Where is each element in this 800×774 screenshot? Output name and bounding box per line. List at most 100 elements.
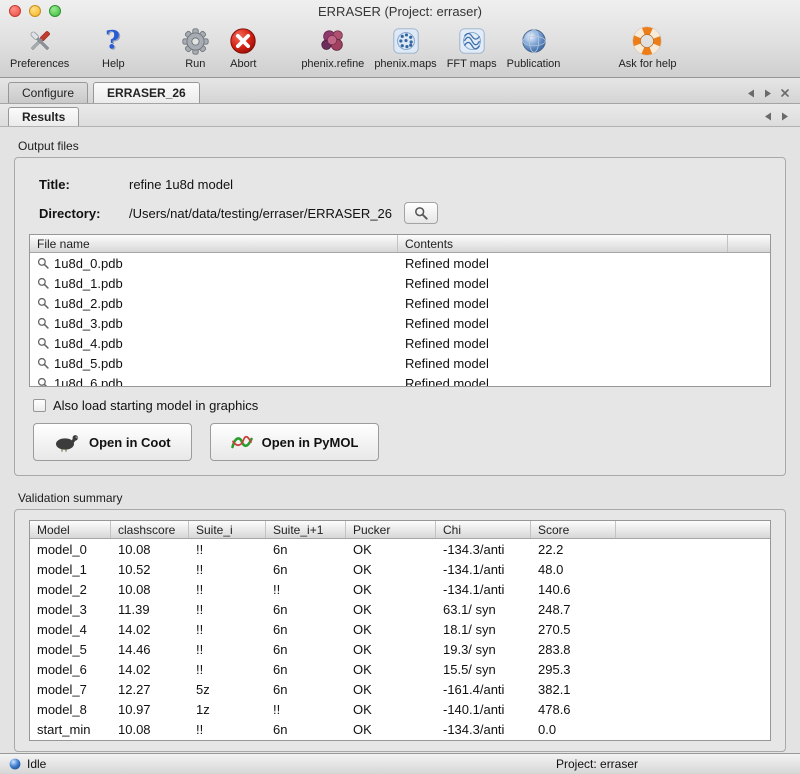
pucker-cell: OK [346, 542, 436, 557]
model-cell: model_0 [30, 542, 111, 557]
validation-row[interactable]: model_4 14.02 !! 6n OK 18.1/ syn 270.5 [30, 619, 770, 639]
file-name-cell: 1u8d_5.pdb [30, 356, 398, 371]
model-cell: model_8 [30, 702, 111, 717]
column-header-pucker[interactable]: Pucker [346, 521, 436, 538]
suite-i-cell: 5z [189, 682, 266, 697]
validation-row[interactable]: model_2 10.08 !! !! OK -134.1/anti 140.6 [30, 579, 770, 599]
close-button[interactable] [9, 5, 21, 17]
file-row[interactable]: 1u8d_4.pdb Refined model [30, 333, 770, 353]
pucker-cell: OK [346, 702, 436, 717]
file-row[interactable]: 1u8d_3.pdb Refined model [30, 313, 770, 333]
tab-scroll-left-icon[interactable] [746, 88, 756, 98]
suite-i-cell: !! [189, 622, 266, 637]
minimize-button[interactable] [29, 5, 41, 17]
clashscore-cell: 14.02 [111, 662, 189, 677]
chi-cell: -134.3/anti [436, 722, 531, 737]
sub-tab-scroll-left-icon[interactable] [763, 111, 773, 121]
score-cell: 478.6 [531, 702, 616, 717]
directory-label: Directory: [39, 206, 129, 221]
file-row[interactable]: 1u8d_2.pdb Refined model [30, 293, 770, 313]
validation-row[interactable]: model_6 14.02 !! 6n OK 15.5/ syn 295.3 [30, 659, 770, 679]
toolbar-label: phenix.maps [374, 58, 436, 70]
zoom-button[interactable] [49, 5, 61, 17]
file-row[interactable]: 1u8d_6.pdb Refined model [30, 373, 770, 386]
file-contents-cell: Refined model [398, 316, 728, 331]
toolbar-item-abort[interactable]: Abort [225, 24, 261, 70]
title-label: Title: [39, 177, 129, 192]
open-in-pymol-button[interactable]: Open in PyMOL [210, 423, 380, 461]
file-name-text: 1u8d_0.pdb [54, 256, 123, 271]
file-name-text: 1u8d_2.pdb [54, 296, 123, 311]
score-cell: 0.0 [531, 722, 616, 737]
tab-label: Results [22, 110, 65, 124]
column-header-file-name[interactable]: File name [30, 235, 398, 252]
file-row[interactable]: 1u8d_1.pdb Refined model [30, 273, 770, 293]
pucker-cell: OK [346, 642, 436, 657]
chi-cell: 18.1/ syn [436, 622, 531, 637]
column-header-model[interactable]: Model [30, 521, 111, 538]
toolbar-item-ask-for-help[interactable]: Ask for help [618, 24, 676, 70]
validation-row[interactable]: model_1 10.52 !! 6n OK -134.1/anti 48.0 [30, 559, 770, 579]
tab-configure[interactable]: Configure [8, 82, 88, 103]
open-directory-button[interactable] [404, 202, 438, 224]
validation-row[interactable]: model_7 12.27 5z 6n OK -161.4/anti 382.1 [30, 679, 770, 699]
validation-row[interactable]: model_3 11.39 !! 6n OK 63.1/ syn 248.7 [30, 599, 770, 619]
toolbar-item-help[interactable]: ? ? Help [95, 24, 131, 70]
suite-i1-cell: !! [266, 702, 346, 717]
title-value: refine 1u8d model [129, 177, 233, 192]
validation-table-body: model_0 10.08 !! 6n OK -134.3/anti 22.2 … [30, 539, 770, 740]
magnifier-icon [37, 337, 49, 349]
toolbar-item-phenix-refine[interactable]: phenix.refine [301, 24, 364, 70]
file-contents-cell: Refined model [398, 256, 728, 271]
score-cell: 295.3 [531, 662, 616, 677]
load-starting-model-checkbox[interactable] [33, 399, 46, 412]
model-cell: model_4 [30, 622, 111, 637]
toolbar-item-run[interactable]: Run [177, 24, 213, 70]
score-cell: 382.1 [531, 682, 616, 697]
validation-row[interactable]: model_8 10.97 1z !! OK -140.1/anti 478.6 [30, 699, 770, 719]
tab-erraser-26[interactable]: ERRASER_26 [93, 82, 200, 103]
suite-i1-cell: 6n [266, 682, 346, 697]
chi-cell: -134.1/anti [436, 562, 531, 577]
toolbar-label: Run [185, 58, 205, 70]
tab-close-icon[interactable] [780, 88, 790, 98]
tab-results[interactable]: Results [8, 107, 79, 126]
pucker-cell: OK [346, 562, 436, 577]
titlebar[interactable]: ERRASER (Project: erraser) [0, 0, 800, 22]
status-text: Idle [27, 757, 46, 771]
run-gear-icon [177, 24, 213, 58]
column-header-score[interactable]: Score [531, 521, 616, 538]
validation-row[interactable]: model_5 14.46 !! 6n OK 19.3/ syn 283.8 [30, 639, 770, 659]
clashscore-cell: 10.08 [111, 542, 189, 557]
toolbar-item-phenix-maps[interactable]: phenix.maps [374, 24, 436, 70]
suite-i1-cell: 6n [266, 722, 346, 737]
validation-row[interactable]: model_0 10.08 !! 6n OK -134.3/anti 22.2 [30, 539, 770, 559]
open-buttons-row: Open in Coot Open in PyMOL [33, 423, 775, 461]
toolbar-item-publication[interactable]: Publication [507, 24, 561, 70]
validation-row[interactable]: start_min 10.08 !! 6n OK -134.3/anti 0.0 [30, 719, 770, 739]
open-in-coot-button[interactable]: Open in Coot [33, 423, 192, 461]
file-row[interactable]: 1u8d_5.pdb Refined model [30, 353, 770, 373]
sub-tab-scroll-right-icon[interactable] [780, 111, 790, 121]
column-header-clashscore[interactable]: clashscore [111, 521, 189, 538]
column-header-suite-i1[interactable]: Suite_i+1 [266, 521, 346, 538]
svg-text:?: ? [105, 26, 120, 55]
file-row[interactable]: 1u8d_0.pdb Refined model [30, 253, 770, 273]
column-header-empty [616, 521, 770, 538]
suite-i-cell: !! [189, 562, 266, 577]
magnifier-icon [37, 277, 49, 289]
score-cell: 283.8 [531, 642, 616, 657]
lifebuoy-icon [629, 24, 665, 58]
chi-cell: -134.1/anti [436, 582, 531, 597]
column-header-chi[interactable]: Chi [436, 521, 531, 538]
magnifier-icon [414, 206, 428, 220]
toolbar-label: Abort [230, 58, 256, 70]
tab-scroll-right-icon[interactable] [763, 88, 773, 98]
clashscore-cell: 14.02 [111, 622, 189, 637]
column-header-contents[interactable]: Contents [398, 235, 728, 252]
column-header-suite-i[interactable]: Suite_i [189, 521, 266, 538]
status-sphere-icon [9, 758, 21, 770]
toolbar-item-preferences[interactable]: Preferences [10, 24, 69, 70]
toolbar-item-fft-maps[interactable]: FFT maps [447, 24, 497, 70]
main-tabbar: Configure ERRASER_26 [0, 78, 800, 104]
